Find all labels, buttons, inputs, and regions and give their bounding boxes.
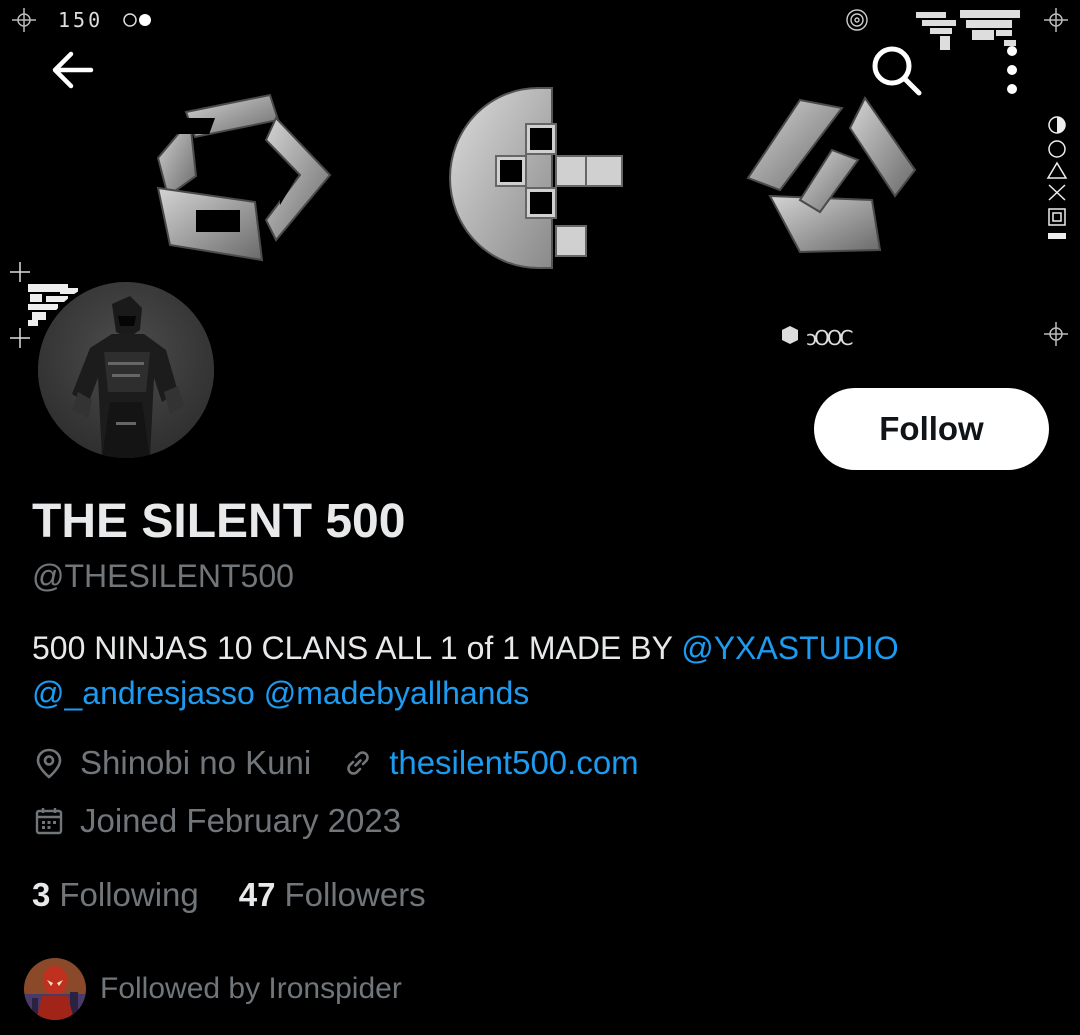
circle-logo [449, 87, 623, 269]
banner-rings-text: ↄOOC [806, 326, 853, 350]
more-vertical-icon [1007, 46, 1017, 94]
profile-avatar[interactable] [34, 278, 218, 462]
bio-mention-yxastudio[interactable]: @YXASTUDIO [681, 630, 898, 666]
follow-button[interactable]: Follow [814, 388, 1049, 470]
user-handle: @THESILENT500 [32, 558, 294, 594]
search-button[interactable] [862, 38, 930, 102]
search-icon [872, 46, 922, 96]
link-icon [341, 746, 375, 780]
profile-meta-location-website: Shinobi no Kuni thesilent500.com [32, 744, 639, 782]
calendar-icon [32, 804, 66, 838]
followers-link[interactable]: 47 Followers [239, 876, 426, 914]
ironspider-avatar [24, 958, 86, 1020]
back-button[interactable] [40, 40, 104, 100]
bio-text: 500 NINJAS 10 CLANS ALL 1 of 1 MADE BY [32, 630, 682, 666]
more-options-button[interactable] [990, 40, 1034, 100]
bio-mention-andresjasso[interactable]: @_andresjasso [32, 675, 255, 711]
following-link[interactable]: 3 Following [32, 876, 199, 914]
follow-stats: 3 Following 47 Followers [32, 876, 426, 914]
bio-mention-madebyallhands[interactable]: @madebyallhands [264, 675, 530, 711]
profile-meta-joined: Joined February 2023 [32, 802, 401, 840]
location-pin-icon [32, 746, 66, 780]
website-link[interactable]: thesilent500.com [389, 744, 638, 782]
triangle-logo [746, 96, 917, 254]
following-label: Following [59, 876, 199, 913]
avatar-image [38, 282, 214, 458]
profile-bio: 500 NINJAS 10 CLANS ALL 1 of 1 MADE BY @… [32, 626, 1052, 716]
followed-by-row[interactable]: Followed by Ironspider [24, 958, 402, 1020]
profile-page: 150 ↄOOC Follow THE SILENT 500 @THESILEN… [0, 0, 1080, 1035]
followed-by-text: Followed by Ironspider [100, 972, 402, 1005]
display-name: THE SILENT 500 [32, 495, 406, 548]
followers-count: 47 [238, 876, 276, 913]
location-text: Shinobi no Kuni [80, 744, 312, 781]
following-count: 3 [32, 876, 51, 913]
joined-date-text: Joined February 2023 [80, 802, 402, 839]
arrow-left-icon [52, 51, 94, 89]
followers-label: Followers [284, 876, 426, 913]
banner-code-text: 150 [58, 8, 104, 32]
ninja-avatar-art [38, 282, 214, 458]
